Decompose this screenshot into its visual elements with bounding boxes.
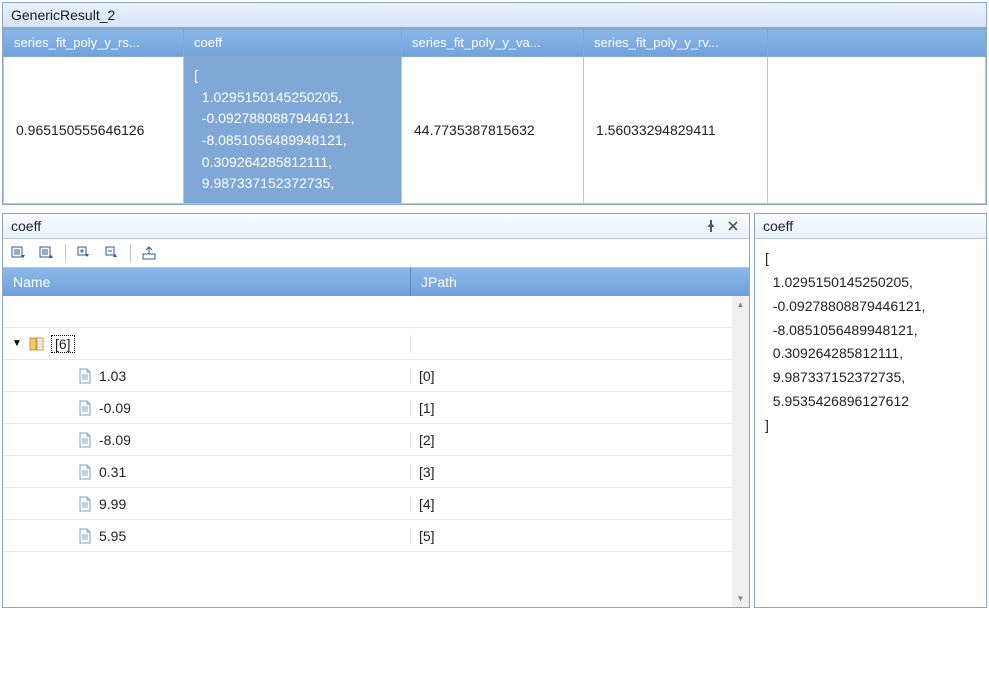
export-icon[interactable]: [139, 243, 159, 263]
document-icon: [77, 368, 93, 384]
tree-leaf-value: -0.09: [99, 400, 131, 416]
tree-leaf-value: -8.09: [99, 432, 131, 448]
tree-leaf-jpath: [5]: [411, 528, 749, 544]
tree-body: ▼ [6] 1.03[0]-0.09[1]-8.09[2]0.3: [3, 296, 749, 607]
coeff-text-panel: coeff [ 1.0295150145250205, -0.092788088…: [754, 213, 987, 608]
expand-node-icon[interactable]: [74, 243, 94, 263]
coeff-tree-panel: coeff: [2, 213, 750, 608]
tree-header: Name JPath: [3, 268, 749, 296]
grid-header-row: series_fit_poly_y_rs... coeff series_fit…: [4, 29, 986, 57]
document-icon: [77, 432, 93, 448]
result-panel: GenericResult_2 series_fit_poly_y_rs... …: [2, 2, 987, 205]
tree-row-leaf[interactable]: 5.95 [5]: [3, 520, 749, 552]
cell-va[interactable]: 44.7735387815632: [402, 57, 584, 204]
tree-row-leaf[interactable]: 1.03 [0]: [3, 360, 749, 392]
tree-leaf-jpath: [3]: [411, 464, 749, 480]
tree-leaf-value: 9.99: [99, 496, 126, 512]
tree-row-leaf[interactable]: -0.09 [1]: [3, 392, 749, 424]
text-panel-title: coeff: [755, 214, 986, 239]
close-icon[interactable]: [725, 218, 741, 234]
col-header-empty: [768, 29, 986, 57]
tree-leaf-jpath: [0]: [411, 368, 749, 384]
toolbar-separator: [130, 244, 131, 262]
scroll-thumb[interactable]: [732, 313, 749, 590]
tree-leaf-value: 0.31: [99, 464, 126, 480]
tree-row-leaf[interactable]: -8.09 [2]: [3, 424, 749, 456]
expand-all-icon[interactable]: [9, 243, 29, 263]
scroll-up-icon[interactable]: ▲: [732, 296, 749, 313]
grid-row[interactable]: 0.965150555646126 [ 1.0295150145250205, …: [4, 57, 986, 204]
text-panel-body[interactable]: [ 1.0295150145250205, -0.092788088794461…: [755, 239, 986, 607]
cell-empty: [768, 57, 986, 204]
tree-leaf-value: 5.95: [99, 528, 126, 544]
cell-rv[interactable]: 1.56033294829411: [584, 57, 768, 204]
tree-leaf-value: 1.03: [99, 368, 126, 384]
collapse-node-icon[interactable]: [102, 243, 122, 263]
tree-toolbar: [3, 239, 749, 268]
vertical-scrollbar[interactable]: ▲ ▼: [732, 296, 749, 607]
result-panel-title: GenericResult_2: [3, 3, 986, 28]
tree-header-name[interactable]: Name: [3, 268, 411, 296]
result-grid[interactable]: series_fit_poly_y_rs... coeff series_fit…: [3, 28, 986, 204]
tree-row-blank: [3, 296, 749, 328]
document-icon: [77, 528, 93, 544]
tree-leaf-jpath: [4]: [411, 496, 749, 512]
pin-icon[interactable]: [703, 218, 719, 234]
bottom-split: coeff: [2, 213, 987, 608]
cell-coeff[interactable]: [ 1.0295150145250205, -0.092788088794461…: [184, 57, 402, 204]
document-icon: [77, 464, 93, 480]
scroll-down-icon[interactable]: ▼: [732, 590, 749, 607]
array-icon: [29, 336, 45, 352]
tree-leaf-jpath: [2]: [411, 432, 749, 448]
expander-icon[interactable]: ▼: [11, 338, 23, 350]
document-icon: [77, 400, 93, 416]
tree-row-root[interactable]: ▼ [6]: [3, 328, 749, 360]
col-header-va[interactable]: series_fit_poly_y_va...: [402, 29, 584, 57]
document-icon: [77, 496, 93, 512]
collapse-all-icon[interactable]: [37, 243, 57, 263]
toolbar-separator: [65, 244, 66, 262]
tree-panel-title: coeff: [3, 214, 749, 239]
tree-row-leaf[interactable]: 0.31 [3]: [3, 456, 749, 488]
cell-rs[interactable]: 0.965150555646126: [4, 57, 184, 204]
col-header-coeff[interactable]: coeff: [184, 29, 402, 57]
tree-leaf-jpath: [1]: [411, 400, 749, 416]
tree-header-jpath[interactable]: JPath: [411, 268, 749, 296]
tree-panel-title-text: coeff: [11, 218, 41, 234]
col-header-rv[interactable]: series_fit_poly_y_rv...: [584, 29, 768, 57]
tree-root-label[interactable]: [6]: [51, 335, 75, 353]
col-header-rs[interactable]: series_fit_poly_y_rs...: [4, 29, 184, 57]
tree-row-leaf[interactable]: 9.99 [4]: [3, 488, 749, 520]
